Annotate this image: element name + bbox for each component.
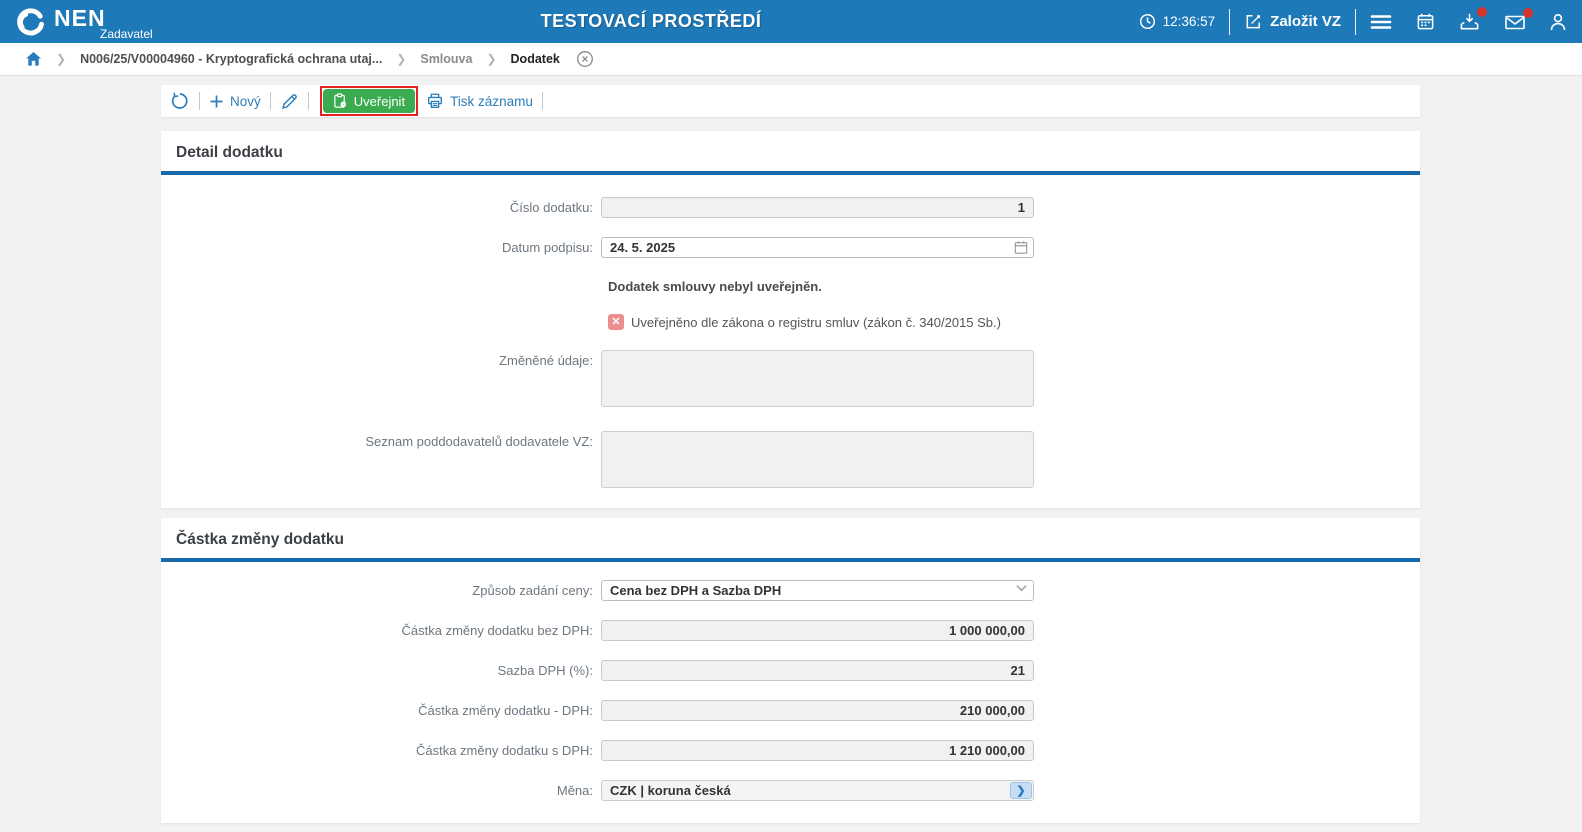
- field-label-castka-bez-dph: Částka změny dodatku bez DPH:: [161, 623, 601, 638]
- field-label-seznam-poddodavatelu: Seznam poddodavatelů dodavatele VZ:: [161, 431, 601, 449]
- new-button-label: Nový: [230, 94, 261, 109]
- downloads-button[interactable]: [1459, 12, 1480, 32]
- toolbar-divider: [542, 92, 543, 110]
- create-vz-button[interactable]: Založit VZ: [1244, 12, 1341, 31]
- zmenene-udaje-textarea: [601, 350, 1034, 407]
- field-label-castka-dph: Částka změny dodatku - DPH:: [161, 703, 601, 718]
- notification-dot: [1477, 7, 1487, 17]
- castka-s-dph-input: [601, 740, 1034, 761]
- field-label-datum-podpisu: Datum podpisu:: [161, 240, 601, 255]
- edit-square-icon: [1244, 12, 1263, 31]
- server-time: 12:36:57: [1139, 13, 1216, 30]
- breadcrumb-contract[interactable]: N006/25/V00004960 - Kryptografická ochra…: [80, 52, 382, 66]
- publish-button[interactable]: Uveřejnit: [323, 89, 415, 113]
- print-button[interactable]: Tisk záznamu: [426, 92, 533, 110]
- brand-text: NEN: [54, 5, 106, 31]
- castka-zmeny-section: Částka změny dodatku Způsob zadání ceny:…: [161, 518, 1420, 823]
- toolbar-divider: [270, 92, 271, 110]
- field-label-castka-s-dph: Částka změny dodatku s DPH:: [161, 743, 601, 758]
- header-divider: [1229, 9, 1230, 35]
- publish-status-note: Dodatek smlouvy nebyl uveřejněn.: [608, 279, 1420, 294]
- create-vz-label: Založit VZ: [1270, 13, 1341, 30]
- plus-icon: [209, 94, 224, 109]
- close-tab-icon[interactable]: [576, 50, 594, 68]
- zpusob-zadani-ceny-value: Cena bez DPH a Sazba DPH: [610, 583, 781, 598]
- toolbar-divider: [308, 92, 309, 110]
- cislo-dodatku-input: [601, 197, 1034, 218]
- field-label-sazba-dph: Sazba DPH (%):: [161, 663, 601, 678]
- field-label-zpusob-zadani-ceny: Způsob zadání ceny:: [161, 583, 601, 598]
- menu-button[interactable]: [1370, 13, 1392, 31]
- breadcrumb-separator: ❯: [486, 52, 496, 66]
- mena-picker: CZK | koruna česká ❯: [601, 780, 1034, 801]
- breadcrumb-separator: ❯: [56, 52, 66, 66]
- castka-dph-input: [601, 700, 1034, 721]
- hamburger-icon: [1370, 13, 1392, 31]
- field-label-zmenene-udaje: Změněné údaje:: [161, 350, 601, 368]
- zpusob-zadani-ceny-select[interactable]: Cena bez DPH a Sazba DPH: [601, 580, 1034, 601]
- brand-subtitle: Zadavatel: [100, 28, 153, 40]
- clipboard-gear-icon: [333, 93, 348, 109]
- breadcrumb: ❯ N006/25/V00004960 - Kryptografická och…: [0, 43, 1582, 76]
- chevron-down-icon: [1016, 584, 1027, 592]
- breadcrumb-separator: ❯: [396, 52, 406, 66]
- header-divider: [1355, 9, 1356, 35]
- registr-smluv-checkbox-label: Uveřejněno dle zákona o registru smluv (…: [631, 315, 1001, 330]
- nen-logo[interactable]: NEN Zadavatel: [14, 5, 153, 38]
- record-toolbar: Nový Uveřejnit: [161, 85, 1420, 117]
- calendar-button[interactable]: [1416, 12, 1435, 31]
- breadcrumb-smlouva[interactable]: Smlouva: [420, 52, 472, 66]
- home-icon[interactable]: [25, 51, 42, 67]
- person-icon: [1548, 12, 1568, 32]
- field-label-cislo-dodatku: Číslo dodatku:: [161, 200, 601, 215]
- castka-bez-dph-input: [601, 620, 1034, 641]
- seznam-poddodavatelu-textarea: [601, 431, 1034, 488]
- time-value: 12:36:57: [1163, 14, 1216, 29]
- calendar-icon: [1416, 12, 1435, 31]
- clock-icon: [1139, 13, 1156, 30]
- field-label-mena: Měna:: [161, 783, 601, 798]
- date-picker-icon[interactable]: [1014, 240, 1028, 255]
- edit-button[interactable]: [280, 92, 299, 111]
- publish-highlight-annotation: Uveřejnit: [320, 86, 418, 116]
- breadcrumb-dodatek: Dodatek: [511, 52, 560, 66]
- registr-smluv-checkbox-unchecked-icon[interactable]: ✕: [608, 314, 624, 330]
- toolbar-divider: [199, 92, 200, 110]
- notification-dot: [1523, 8, 1533, 18]
- mena-value: CZK | koruna česká: [610, 783, 731, 798]
- environment-title: TESTOVACÍ PROSTŘEDÍ: [541, 11, 762, 32]
- datum-podpisu-input[interactable]: [601, 237, 1034, 258]
- detail-dodatku-section: Detail dodatku Číslo dodatku: Datum podp…: [161, 131, 1420, 508]
- print-button-label: Tisk záznamu: [450, 94, 533, 109]
- nen-swirl-icon: [14, 6, 46, 38]
- printer-icon: [426, 92, 444, 110]
- mena-open-chevron-right-icon[interactable]: ❯: [1010, 782, 1032, 799]
- new-button[interactable]: Nový: [209, 94, 261, 109]
- refresh-button[interactable]: [170, 91, 190, 111]
- section-title: Částka změny dodatku: [161, 518, 1420, 549]
- user-profile-button[interactable]: [1548, 12, 1568, 32]
- sazba-dph-input: [601, 660, 1034, 681]
- app-header: NEN Zadavatel TESTOVACÍ PROSTŘEDÍ 12:36:…: [0, 0, 1582, 43]
- publish-button-label: Uveřejnit: [354, 94, 405, 109]
- section-title: Detail dodatku: [161, 131, 1420, 162]
- messages-button[interactable]: [1504, 13, 1526, 31]
